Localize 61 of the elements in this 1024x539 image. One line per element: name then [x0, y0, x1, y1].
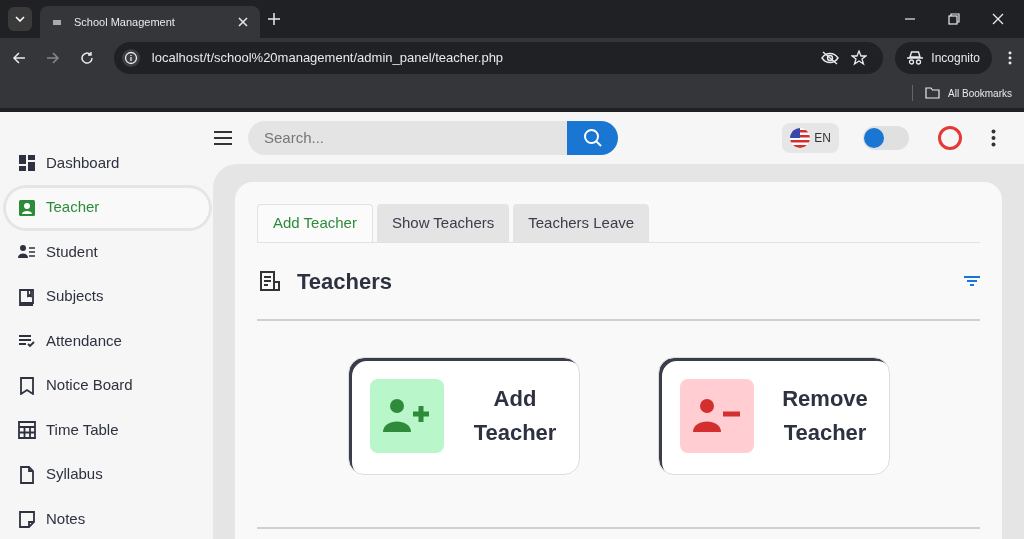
bookmark-icon	[18, 376, 36, 395]
document-icon	[259, 270, 281, 292]
tab-title: School Management	[74, 14, 176, 30]
tab[interactable]: Add Teacher	[257, 204, 373, 242]
person-icon	[18, 198, 36, 217]
action-card[interactable]: Add Teacher	[347, 357, 580, 475]
search-icon	[582, 128, 603, 148]
note-icon	[18, 510, 36, 528]
language-label: EN	[814, 130, 831, 147]
site-icon	[52, 18, 62, 26]
flag-icon	[790, 128, 811, 148]
sidebar-item[interactable]: Attendance	[6, 321, 209, 361]
chevron-down-icon	[15, 16, 25, 22]
reload-icon[interactable]	[79, 51, 94, 65]
incognito-button[interactable]: Incognito	[895, 42, 992, 74]
sidebar-item[interactable]: Teacher	[6, 187, 209, 228]
tab[interactable]: Show Teachers	[376, 204, 510, 242]
info-icon[interactable]	[121, 49, 140, 67]
sidebar-item[interactable]: Notes	[6, 499, 209, 539]
grid-icon	[18, 421, 36, 439]
person-add-icon	[382, 398, 431, 434]
sidebar-item[interactable]: Syllabus	[6, 454, 209, 495]
sidebar-item[interactable]: Notice Board	[6, 365, 209, 406]
menu-icon[interactable]	[214, 131, 232, 145]
sidebar-item[interactable]: Dashboard	[6, 143, 209, 183]
person-remove-icon	[692, 398, 741, 434]
star-icon[interactable]	[851, 50, 868, 66]
bookmarks-link[interactable]: All Bookmarks	[948, 85, 1012, 101]
tab-list-button[interactable]	[8, 7, 32, 31]
forward-icon[interactable]	[45, 51, 60, 65]
language-button[interactable]: EN	[782, 123, 839, 153]
tab[interactable]: Teachers Leave	[513, 204, 650, 242]
close-icon[interactable]	[992, 13, 1004, 25]
sidebar-item[interactable]: Subjects	[6, 276, 209, 317]
filter-icon[interactable]	[964, 275, 980, 287]
action-card[interactable]: Remove Teacher	[657, 357, 890, 475]
theme-toggle[interactable]	[863, 126, 909, 150]
more-icon[interactable]	[991, 129, 996, 147]
folder-icon	[925, 87, 941, 99]
incognito-icon	[907, 51, 924, 65]
document-icon	[18, 465, 36, 484]
dashboard-icon	[18, 154, 36, 172]
sidebar-item[interactable]: Time Table	[6, 410, 209, 450]
person-list-icon	[18, 243, 36, 261]
search-field[interactable]: Search...	[248, 121, 567, 155]
restore-icon[interactable]	[948, 13, 960, 25]
back-icon[interactable]	[12, 51, 26, 65]
more-icon[interactable]	[1008, 51, 1012, 65]
sidebar-item[interactable]: Student	[6, 232, 209, 272]
checklist-icon	[18, 332, 36, 350]
new-tab-icon[interactable]	[268, 13, 280, 25]
close-icon[interactable]	[238, 17, 248, 27]
eye-off-icon[interactable]	[821, 51, 840, 65]
search-button[interactable]	[567, 121, 618, 155]
url-text: localhost/t/school%20management/admin_panel/teacher.php	[151, 49, 505, 68]
section-title: Teachers	[297, 267, 393, 296]
browser-tab[interactable]: School Management	[40, 6, 260, 38]
book-icon	[18, 287, 36, 306]
profile-label: Incognito	[931, 50, 980, 67]
ring-icon[interactable]	[937, 125, 963, 151]
address-bar[interactable]: localhost/t/school%20management/admin_panel/teacher.php	[113, 42, 884, 74]
